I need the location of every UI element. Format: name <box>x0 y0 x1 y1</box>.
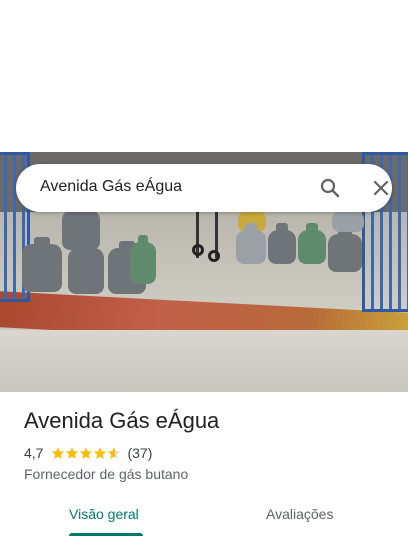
gas-cylinder <box>332 203 364 232</box>
star-half-icon <box>108 447 121 459</box>
tab-overview[interactable]: Visão geral <box>69 506 139 522</box>
gas-cylinder <box>236 223 266 264</box>
star-icon <box>66 447 79 459</box>
tab-selected-indicator <box>69 533 143 536</box>
search-input[interactable]: Avenida Gás eÁgua <box>40 178 182 196</box>
hand-truck-wheel <box>208 250 220 262</box>
search-icon[interactable] <box>318 176 342 200</box>
gas-cylinder <box>130 235 156 284</box>
search-bar[interactable]: Avenida Gás eÁgua <box>16 164 392 212</box>
gas-cylinder <box>22 237 62 292</box>
star-icon <box>80 447 93 459</box>
blank-area <box>0 0 408 152</box>
star-icon <box>52 447 65 459</box>
star-icon <box>94 447 107 459</box>
close-icon[interactable] <box>369 176 393 200</box>
photo-street <box>0 330 408 392</box>
tab-reviews[interactable]: Avaliações <box>266 506 333 522</box>
place-title: Avenida Gás eÁgua <box>24 408 220 433</box>
rating-row[interactable]: 4,7 (37) <box>24 444 152 462</box>
gas-cylinder <box>298 223 326 264</box>
rating-stars <box>51 446 121 460</box>
hand-truck-wheel <box>192 244 204 256</box>
gas-cylinder <box>328 227 362 272</box>
place-tabs: Visão geral Avaliações <box>0 496 408 544</box>
review-count[interactable]: (37) <box>127 445 152 461</box>
place-category: Fornecedor de gás butano <box>24 466 189 482</box>
gas-cylinder <box>68 241 104 294</box>
gas-cylinder <box>268 223 296 264</box>
rating-value: 4,7 <box>24 445 44 461</box>
